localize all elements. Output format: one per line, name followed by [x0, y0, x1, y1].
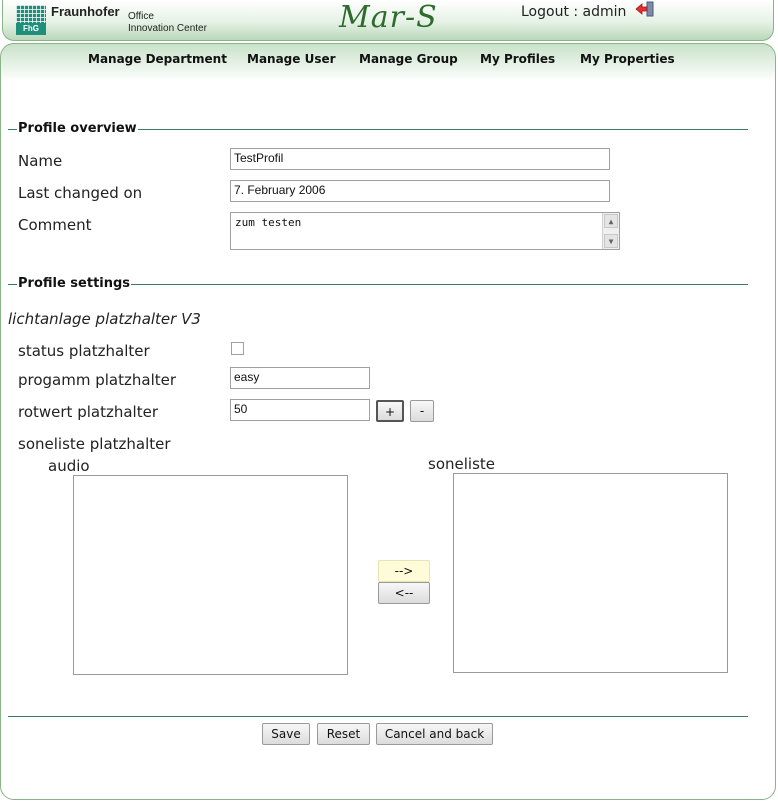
nav-manage-group[interactable]: Manage Group [359, 52, 458, 66]
soneliste-list-label: soneliste [428, 455, 495, 473]
soneliste-label: soneliste platzhalter [18, 435, 171, 453]
brand-line-1: Office [128, 11, 154, 22]
logo-text: FhG [16, 23, 46, 35]
save-button[interactable]: Save [262, 723, 310, 745]
brand-line-2: Innovation Center [128, 23, 207, 34]
name-input[interactable]: TestProfil [230, 148, 610, 170]
overview-legend: Profile overview [17, 121, 138, 136]
comment-label: Comment [18, 216, 92, 234]
settings-legend: Profile settings [17, 276, 132, 291]
nav-my-properties[interactable]: My Properties [580, 52, 675, 66]
soneliste-listbox[interactable] [453, 473, 728, 673]
status-label: status platzhalter [18, 342, 150, 360]
comment-textarea[interactable]: zum testen ▲ ▼ [230, 212, 620, 250]
status-checkbox[interactable] [231, 342, 244, 355]
device-section-title: lichtanlage platzhalter V3 [8, 310, 201, 328]
move-right-button[interactable]: --> [378, 560, 430, 582]
audio-listbox[interactable] [73, 475, 348, 675]
audio-list-label: audio [48, 457, 90, 475]
logout-link[interactable]: Logout : admin [521, 4, 626, 20]
scroll-down-icon[interactable]: ▼ [604, 234, 618, 248]
name-label: Name [18, 152, 63, 170]
footer-rule [8, 716, 748, 717]
increment-button[interactable]: + [376, 400, 404, 422]
reset-button[interactable]: Reset [317, 723, 370, 745]
app-header: FhG Fraunhofer Office Innovation Center … [2, 0, 774, 41]
fraunhofer-logo: FhG [16, 5, 46, 35]
cancel-back-button[interactable]: Cancel and back [376, 723, 493, 745]
comment-text: zum testen [235, 216, 302, 229]
last-changed-label: Last changed on [18, 184, 143, 202]
comment-scrollbar[interactable]: ▲ ▼ [602, 213, 619, 249]
nav-manage-user[interactable]: Manage User [247, 52, 336, 66]
rotwert-input[interactable]: 50 [230, 399, 370, 421]
decrement-button[interactable]: - [410, 400, 434, 422]
program-input[interactable]: easy [230, 367, 370, 389]
last-changed-input[interactable]: 7. February 2006 [230, 180, 610, 202]
move-left-button[interactable]: <-- [378, 582, 430, 604]
logout-arrow-icon[interactable] [635, 1, 655, 17]
scroll-up-icon[interactable]: ▲ [604, 214, 618, 228]
nav-my-profiles[interactable]: My Profiles [480, 52, 555, 66]
program-label: progamm platzhalter [18, 371, 177, 389]
app-title: Mar-S [339, 0, 438, 35]
brand-name: Fraunhofer [51, 4, 120, 19]
logo-grid [16, 5, 46, 23]
nav-manage-department[interactable]: Manage Department [88, 52, 227, 66]
rotwert-label: rotwert platzhalter [18, 403, 158, 421]
